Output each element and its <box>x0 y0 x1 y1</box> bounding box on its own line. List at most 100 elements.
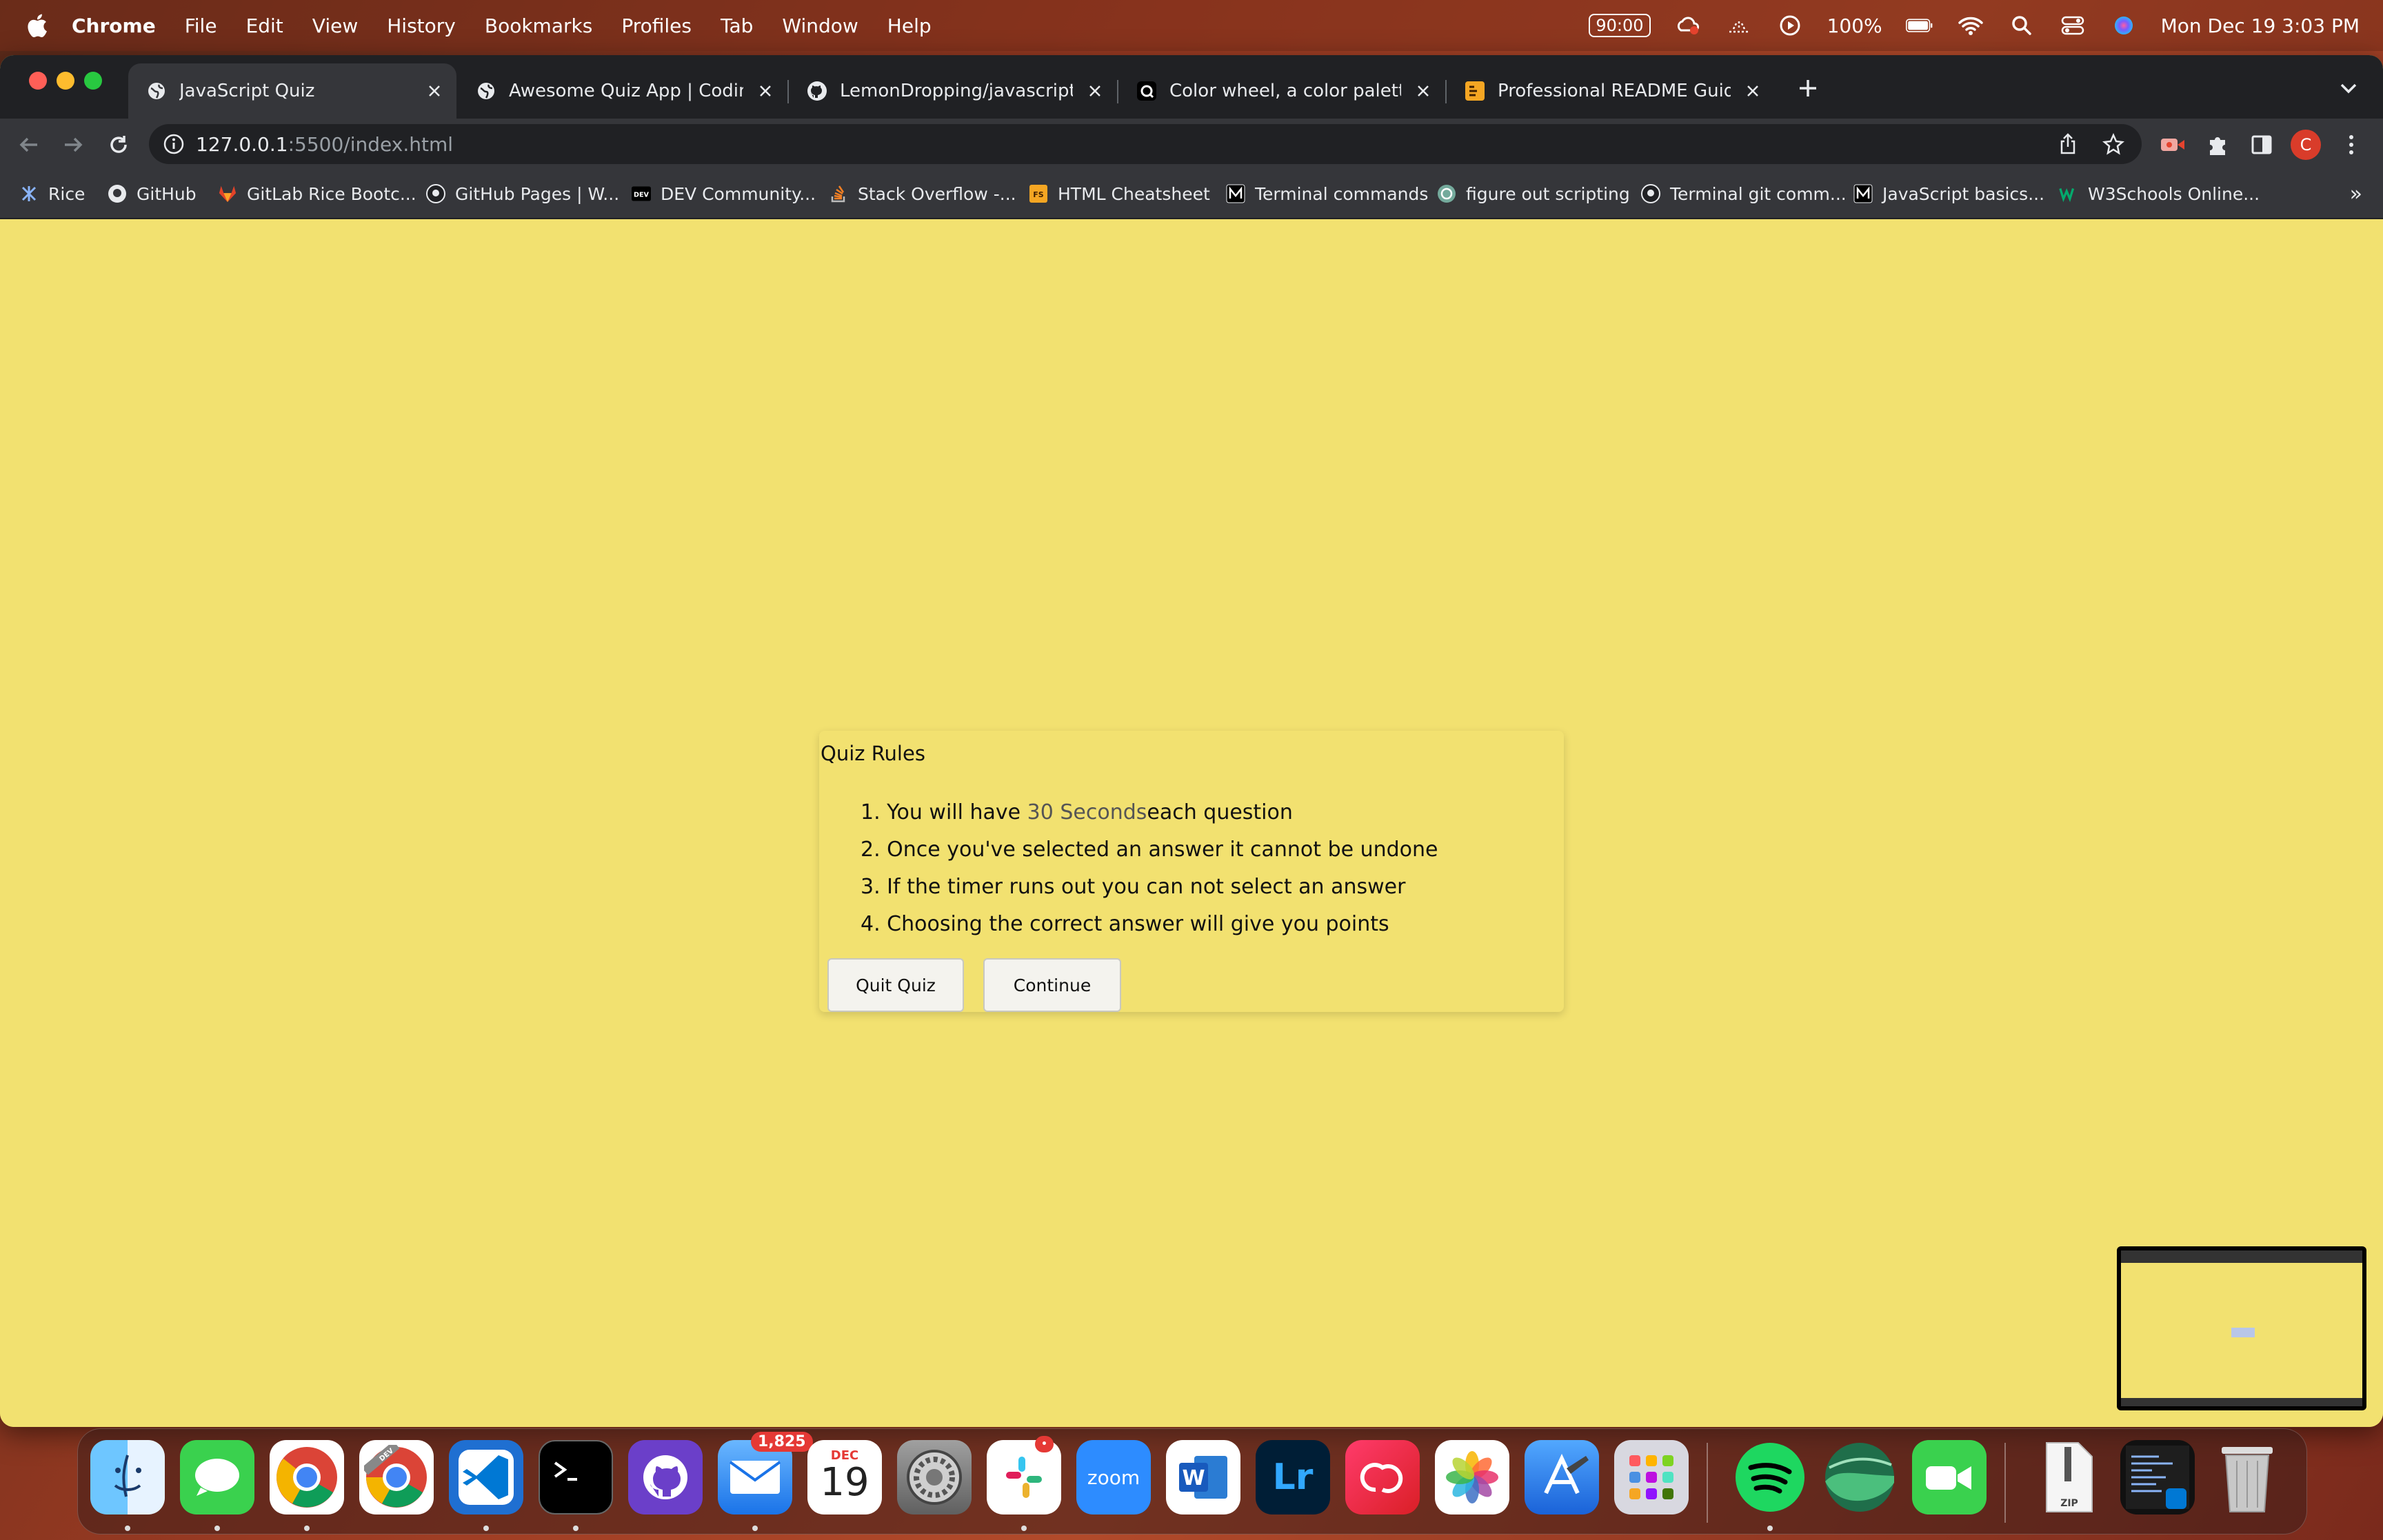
close-tab-icon[interactable] <box>753 79 778 103</box>
address-bar[interactable]: 127.0.0.1:5500/index.html <box>149 124 2142 164</box>
menu-history[interactable]: History <box>387 14 456 37</box>
menu-tab[interactable]: Tab <box>721 14 753 37</box>
messages-icon[interactable] <box>180 1440 254 1514</box>
site-info-icon[interactable] <box>163 133 185 155</box>
close-tab-icon[interactable] <box>1083 79 1107 103</box>
new-tab-button[interactable] <box>1793 73 1823 103</box>
running-indicator <box>752 1526 758 1531</box>
creative-cloud-icon[interactable] <box>1345 1440 1420 1514</box>
creative-cloud-status-icon[interactable] <box>1674 14 1702 37</box>
menubar-datetime[interactable]: Mon Dec 19 3:03 PM <box>2161 14 2360 37</box>
bookmark-github[interactable]: GitHub <box>108 170 197 218</box>
bookmark-terminal-commands[interactable]: Terminal commands <box>1226 170 1428 218</box>
tab-search-button[interactable] <box>2336 76 2361 101</box>
close-tab-icon[interactable] <box>422 79 447 103</box>
facetime-icon[interactable] <box>1912 1440 1987 1514</box>
slack-icon[interactable]: • <box>987 1436 1061 1514</box>
bookmark-gitlab[interactable]: GitLab Rice Bootc... <box>218 170 416 218</box>
xcode-icon[interactable] <box>1525 1440 1599 1514</box>
control-center-icon[interactable] <box>2059 14 2087 37</box>
menu-profiles[interactable]: Profiles <box>621 14 692 37</box>
rice-icon <box>19 184 39 203</box>
extensions-puzzle-icon[interactable] <box>2202 130 2233 160</box>
url-path: :5500/index.html <box>288 132 454 156</box>
reload-button[interactable] <box>103 130 134 160</box>
bookmark-label: Stack Overflow -... <box>858 183 1016 204</box>
bookmark-github-pages[interactable]: GitHub Pages | W... <box>426 170 619 218</box>
screencast-extension-icon[interactable] <box>2158 130 2189 160</box>
tab-github-repo[interactable]: LemonDropping/javascript-qui <box>789 63 1117 119</box>
battery-icon[interactable] <box>1905 14 1933 37</box>
bookmark-stack-overflow[interactable]: Stack Overflow -... <box>829 170 1016 218</box>
close-tab-icon[interactable] <box>1411 79 1436 103</box>
apple-icon[interactable] <box>25 12 48 39</box>
chrome-icon[interactable] <box>270 1440 344 1514</box>
menu-help[interactable]: Help <box>887 14 932 37</box>
bookmark-figure-out-scripting[interactable]: figure out scripting <box>1437 170 1630 218</box>
share-icon[interactable] <box>2056 132 2080 156</box>
side-panel-icon[interactable] <box>2246 130 2277 160</box>
menu-bookmarks[interactable]: Bookmarks <box>485 14 592 37</box>
browser-toolbar: 127.0.0.1:5500/index.html C <box>0 119 2383 170</box>
rule-text: 2. Once you've selected an answer it can… <box>861 838 1438 862</box>
terminal-icon[interactable] <box>539 1440 613 1514</box>
slack-notification-badge: • <box>1035 1436 1054 1452</box>
tab-javascript-quiz[interactable]: JavaScript Quiz <box>128 63 456 119</box>
play-status-icon[interactable] <box>1776 14 1804 37</box>
tab-awesome-quiz-app[interactable]: Awesome Quiz App | CodingNe <box>458 63 787 119</box>
wifi-icon[interactable] <box>1957 14 1984 37</box>
timer-status-badge[interactable]: 90:00 <box>1589 14 1651 37</box>
github-desktop-icon[interactable] <box>628 1440 703 1514</box>
cheatsheet-icon: FS <box>1029 184 1048 203</box>
close-tab-icon[interactable] <box>1740 79 1765 103</box>
display-status-icon[interactable] <box>1725 14 1753 37</box>
rule-text: 1. You will have <box>861 800 1027 824</box>
tab-color-wheel[interactable]: Color wheel, a color palette ge <box>1118 63 1445 119</box>
screenshot-thumbnail[interactable] <box>2117 1246 2366 1410</box>
profile-avatar[interactable]: C <box>2291 130 2321 160</box>
menu-window[interactable]: Window <box>782 14 858 37</box>
bookmark-terminal-git-commands[interactable]: Terminal git comm... <box>1641 170 1847 218</box>
mail-icon[interactable]: 1,825 <box>718 1432 813 1514</box>
calendar-icon[interactable]: DEC 19 <box>807 1440 882 1514</box>
bookmark-html-cheatsheet[interactable]: FS HTML Cheatsheet <box>1029 170 1210 218</box>
bookmark-star-icon[interactable] <box>2102 132 2125 156</box>
chrome-dev-icon[interactable]: DEV <box>359 1440 434 1514</box>
tab-readme-guide[interactable]: Professional README Guide | T <box>1447 63 1775 119</box>
finder-icon[interactable] <box>90 1440 165 1514</box>
siri-icon[interactable] <box>2110 14 2138 37</box>
close-window-button[interactable] <box>29 72 47 90</box>
zoom-icon[interactable]: zoom <box>1076 1440 1151 1514</box>
quit-quiz-button[interactable]: Quit Quiz <box>827 958 964 1012</box>
spotlight-search-icon[interactable] <box>2008 14 2035 37</box>
lightroom-icon[interactable]: Lr <box>1256 1440 1330 1514</box>
menu-view[interactable]: View <box>312 14 358 37</box>
word-icon[interactable]: W <box>1166 1440 1240 1514</box>
back-button[interactable] <box>14 130 44 160</box>
bookmarks-bar: Rice GitHub GitLab Rice Bootc... GitHub … <box>0 170 2383 219</box>
menu-edit[interactable]: Edit <box>246 14 283 37</box>
launchpad-icon[interactable] <box>1614 1440 1689 1514</box>
trash-icon[interactable] <box>2210 1440 2284 1514</box>
bookmark-javascript-basics[interactable]: JavaScript basics... <box>1853 170 2044 218</box>
bookmark-rice[interactable]: Rice <box>19 170 85 218</box>
vscode-icon[interactable] <box>449 1440 523 1514</box>
minimize-window-button[interactable] <box>57 72 74 90</box>
more-options-icon[interactable] <box>2336 130 2366 160</box>
zip-file-icon[interactable]: ZIP <box>2031 1440 2105 1514</box>
macos-installer-icon[interactable] <box>1822 1440 1897 1514</box>
system-preferences-icon[interactable] <box>897 1440 972 1514</box>
forward-button[interactable] <box>58 130 88 160</box>
spotify-icon[interactable] <box>1733 1440 1807 1514</box>
photos-icon[interactable] <box>1435 1440 1509 1514</box>
code-screenshot-icon[interactable] <box>2120 1440 2195 1514</box>
zoom-window-button[interactable] <box>84 72 102 90</box>
menu-app-chrome[interactable]: Chrome <box>72 14 156 37</box>
bookmark-dev-community[interactable]: DEV DEV Community... <box>632 170 816 218</box>
bookmark-w3schools[interactable]: W3Schools Online... <box>2059 170 2260 218</box>
github-icon <box>426 184 445 203</box>
continue-button[interactable]: Continue <box>983 958 1121 1012</box>
menu-file[interactable]: File <box>185 14 217 37</box>
bookmarks-overflow-icon[interactable]: » <box>2350 182 2362 206</box>
bookmark-label: figure out scripting <box>1466 183 1630 204</box>
